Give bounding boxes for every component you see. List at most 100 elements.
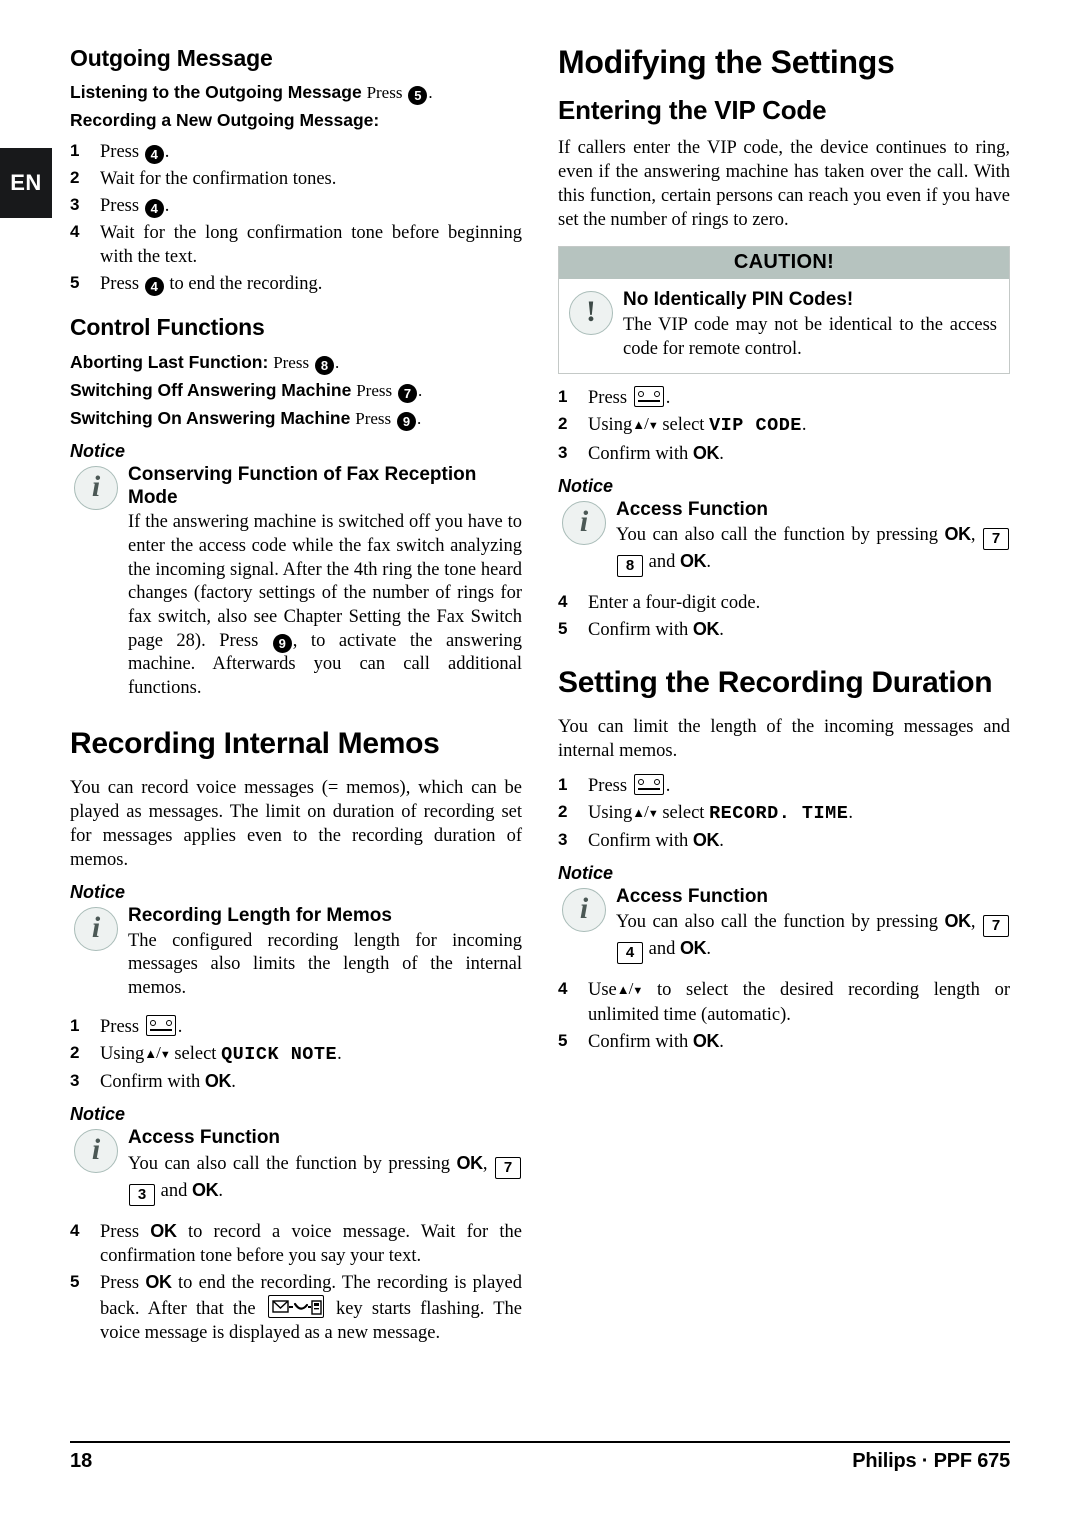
step-suffix: . bbox=[801, 415, 807, 436]
listening-action: Press bbox=[366, 83, 403, 103]
info-icon: i bbox=[74, 465, 118, 510]
ok-key-label: OK bbox=[150, 1220, 177, 1241]
ok-key-label: OK bbox=[204, 1070, 232, 1091]
notice-title: Access Function bbox=[616, 885, 769, 907]
listening-outgoing-message-line: Listening to the Outgoing Message Press … bbox=[70, 82, 433, 106]
caution-box: CAUTION! ! No Identically PIN Codes! The… bbox=[558, 246, 1010, 375]
ok-key-label: OK bbox=[191, 1179, 219, 1200]
step-suffix: to select the desired recording length o… bbox=[588, 980, 1011, 1025]
step-item: 4 Enter a four-digit code. bbox=[558, 591, 1010, 615]
memo-steps-4-5: 4 Press OK to record a voice message. Wa… bbox=[70, 1220, 522, 1345]
notice-suffix: . bbox=[706, 939, 711, 960]
page-footer: 18 Philips · PPF 675 bbox=[70, 1441, 1010, 1473]
info-icon: i bbox=[74, 1128, 118, 1173]
notice-block: i Recording Length for Memos The configu… bbox=[70, 905, 522, 1001]
step-suffix: . bbox=[164, 196, 170, 217]
step-text: Press bbox=[100, 1272, 140, 1293]
notice-block: i Access Function You can also call the … bbox=[558, 886, 1010, 965]
step-number: 4 bbox=[70, 222, 80, 242]
step-number: 1 bbox=[558, 387, 568, 407]
step-suffix: . bbox=[719, 620, 724, 641]
conjunction: and bbox=[648, 939, 676, 960]
step-text: Using bbox=[100, 1043, 145, 1064]
keypad-key-7: 7 bbox=[983, 528, 1009, 551]
keypad-key-7: 7 bbox=[495, 1156, 521, 1179]
step-text: Use bbox=[588, 980, 617, 1001]
heading-outgoing-message: Outgoing Message bbox=[70, 45, 273, 71]
step-item: 1 Press . bbox=[70, 1014, 522, 1039]
notice-label: Notice bbox=[558, 475, 614, 496]
key-badge-9: 9 bbox=[397, 411, 417, 431]
vip-code-intro: If callers enter the VIP code, the devic… bbox=[558, 138, 1010, 231]
answering-machine-key-icon bbox=[145, 1014, 176, 1036]
key-badge-7: 7 bbox=[397, 383, 417, 403]
step-text: Press bbox=[588, 388, 628, 409]
step-text: Confirm with bbox=[588, 443, 689, 464]
step-number: 4 bbox=[558, 592, 568, 612]
step-text: Press bbox=[100, 142, 140, 163]
step-text: Confirm with bbox=[588, 1031, 689, 1052]
step-text: Confirm with bbox=[588, 620, 689, 641]
memo-steps-1-3: 1 Press . 2 Using▲/▼ select QUICK NOTE. … bbox=[70, 1014, 522, 1094]
caution-paragraph: The VIP code may not be identical to the… bbox=[623, 315, 997, 359]
notice-label: Notice bbox=[70, 881, 126, 902]
step-item: 2 Using▲/▼ select VIP CODE. bbox=[558, 413, 1010, 438]
step-mid: select bbox=[662, 802, 705, 823]
ok-key-label: OK bbox=[145, 1271, 172, 1292]
step-text: Press bbox=[100, 274, 140, 295]
step-text: Using bbox=[588, 415, 633, 436]
up-down-arrows-icon: ▲/▼ bbox=[632, 801, 658, 821]
keypad-key-8: 8 bbox=[617, 555, 643, 578]
keypad-key-3: 3 bbox=[129, 1183, 155, 1206]
heading-setting-recording-duration: Setting the Recording Duration bbox=[558, 666, 993, 700]
ok-key-label: OK bbox=[692, 1030, 720, 1051]
keypad-key-4: 4 bbox=[617, 942, 643, 965]
up-down-arrows-icon: ▲/▼ bbox=[616, 979, 643, 999]
vip-steps-4-5: 4 Enter a four-digit code. 5 Confirm wit… bbox=[558, 591, 1010, 642]
notice-title: Conserving Function of Fax Reception Mod… bbox=[128, 463, 477, 508]
control-function-action: Press bbox=[273, 352, 310, 372]
left-column: Outgoing Message Listening to the Outgoi… bbox=[70, 45, 522, 1353]
notice-title: Access Function bbox=[616, 498, 769, 520]
duration-steps-1-3: 1 Press . 2 Using▲/▼ select RECORD. TIME… bbox=[558, 773, 1010, 853]
notice-label: Notice bbox=[70, 440, 126, 461]
info-icon: i bbox=[562, 500, 606, 545]
caution-header: CAUTION! bbox=[559, 247, 1009, 280]
step-number: 2 bbox=[558, 801, 568, 821]
product-name: Philips · PPF 675 bbox=[852, 1450, 1010, 1472]
ok-key-label: OK bbox=[692, 619, 720, 640]
step-text: Press bbox=[100, 1016, 140, 1037]
display-value: VIP CODE bbox=[709, 415, 802, 437]
notice-block: i Access Function You can also call the … bbox=[70, 1127, 522, 1206]
duration-steps-4-5: 4 Use▲/▼ to select the desired recording… bbox=[558, 978, 1010, 1053]
keypad-key-7: 7 bbox=[983, 915, 1009, 938]
step-suffix: . bbox=[719, 830, 724, 851]
notice-paragraph: You can also call the function by pressi… bbox=[616, 910, 1010, 965]
step-item: 5 Confirm with OK. bbox=[558, 618, 1010, 642]
answering-machine-key-icon bbox=[633, 773, 664, 795]
caution-title: No Identically PIN Codes! bbox=[623, 289, 854, 311]
recording-new-outgoing-label: Recording a New Outgoing Message: bbox=[70, 110, 380, 131]
key-badge-4: 4 bbox=[144, 277, 164, 297]
heading-recording-internal-memos: Recording Internal Memos bbox=[70, 726, 440, 760]
up-down-arrows-icon: ▲/▼ bbox=[632, 414, 658, 434]
heading-entering-vip-code: Entering the VIP Code bbox=[558, 95, 827, 126]
notice-title: Access Function bbox=[128, 1126, 281, 1148]
step-text: Enter a four-digit code. bbox=[588, 593, 761, 614]
step-suffix: . bbox=[665, 775, 671, 796]
conjunction: and bbox=[160, 1180, 188, 1201]
notice-text: You can also call the function by pressi… bbox=[128, 1153, 450, 1174]
control-function-line: Switching Off Answering Machine Press 7. bbox=[70, 379, 423, 403]
step-text: Using bbox=[588, 802, 633, 823]
step-number: 2 bbox=[70, 1042, 80, 1062]
step-item: 2 Wait for the confirmation tones. bbox=[70, 167, 522, 191]
notice-title: Recording Length for Memos bbox=[128, 904, 392, 926]
step-number: 5 bbox=[558, 1030, 568, 1050]
control-function-action: Press bbox=[356, 380, 393, 400]
language-tab: EN bbox=[0, 148, 52, 218]
step-number: 5 bbox=[70, 1271, 80, 1291]
step-item: 1 Press . bbox=[558, 773, 1010, 798]
ok-key-label: OK bbox=[944, 911, 971, 932]
warning-icon: ! bbox=[569, 291, 613, 336]
step-number: 3 bbox=[558, 442, 568, 462]
